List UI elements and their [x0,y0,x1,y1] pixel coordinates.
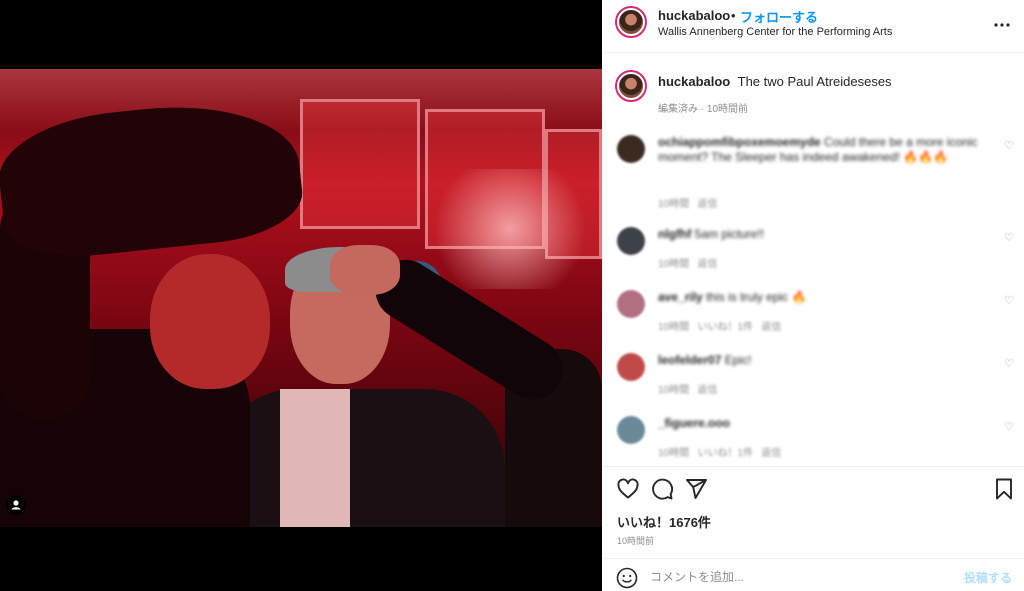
comment-likes[interactable]: いいね！1件 [697,322,753,333]
comment-text: leofelder07 Epic! [658,353,988,368]
comment-time: 10時間 [658,259,690,270]
follow-button[interactable]: フォローする [740,7,818,26]
caption-avatar[interactable] [615,70,647,102]
photo-person-right-hand [330,245,400,295]
comment-item: ave_rily this is truly epic 🔥 10時間 いいね！1… [602,280,1024,343]
comment-username[interactable]: ave_rily [658,290,703,304]
comment-meta: 10時間 いいね！1件 返信 [658,318,781,333]
comment-time: 10時間 [658,385,690,396]
comment-like-icon[interactable]: ♡ [1004,294,1014,307]
comment-avatar[interactable] [617,353,645,381]
comment-like-icon[interactable]: ♡ [1004,231,1014,244]
photo-person-left-head [150,254,270,389]
comment-emoji: 🔥 [791,290,807,304]
separator-dot: • [731,8,736,23]
caption-text: The two Paul Atreideseses [737,74,892,89]
comment-like-icon[interactable]: ♡ [1004,420,1014,433]
comment-reply-button[interactable]: 返信 [761,322,781,333]
comment-time: 10時間 [658,448,690,459]
photo-light-glow [420,169,600,289]
comment-item: nlgfhf 5am picture!! 10時間 返信 ♡ [602,217,1024,280]
comment-username[interactable]: nlgfhf [658,227,691,241]
comment-body: 5am picture!! [694,227,765,241]
emoji-icon[interactable] [616,567,638,589]
comment-reply-button[interactable]: 返信 [697,385,717,396]
post-detail-panel: huckabaloo • フォローする Wallis Annenberg Cen… [602,0,1024,591]
comment-username[interactable]: ochiappomfibpoxemoemyde [658,135,821,149]
comment-input[interactable] [650,568,950,586]
comment-avatar[interactable] [617,290,645,318]
post-comment-button[interactable]: 投稿する [964,569,1012,586]
location-link[interactable]: Wallis Annenberg Center for the Performi… [658,26,892,38]
comment-meta: 10時間 返信 [658,381,717,396]
header-username[interactable]: huckabaloo [658,8,730,23]
more-horizontal-icon[interactable] [994,14,1010,32]
person-icon [11,500,21,510]
caption-username[interactable]: huckabaloo [658,74,730,89]
photo-window [300,99,420,229]
comment-username[interactable]: leofelder07 [658,353,721,367]
tagged-user-icon[interactable] [6,495,26,515]
comment-like-icon[interactable]: ♡ [1004,357,1014,370]
comment-list[interactable]: ochiappomfibpoxemoemyde Could there be a… [602,125,1024,210]
comment-avatar[interactable] [617,416,645,444]
comment-text: ochiappomfibpoxemoemyde Could there be a… [658,135,988,165]
comment-avatar[interactable] [617,135,645,163]
photo-person-right-shirt [280,389,350,527]
comment-body: this is truly epic [706,290,789,304]
comment-list-continued: nlgfhf 5am picture!! 10時間 返信 ♡ ave_rily … [602,217,1024,469]
avatar[interactable] [615,6,647,38]
post-header: huckabaloo • フォローする Wallis Annenberg Cen… [602,0,1024,53]
comment-item: leofelder07 Epic! 10時間 返信 ♡ [602,343,1024,406]
comment-item: ochiappomfibpoxemoemyde Could there be a… [602,125,1024,210]
comment-time: 10時間 [658,322,690,333]
comment-text: ave_rily this is truly epic 🔥 [658,290,988,305]
share-icon[interactable] [684,477,708,501]
comment-meta: 10時間 返信 [658,255,717,270]
caption-meta: 編集済み · 10時間前 [658,104,749,115]
post-actions: いいね！1676件 10時間前 [602,466,1024,560]
comment-reply-button[interactable]: 返信 [761,448,781,459]
post-media [0,0,602,591]
comment-text: nlgfhf 5am picture!! [658,227,988,242]
comment-reply-button[interactable]: 返信 [697,199,717,210]
photo-person-right-body [215,389,505,527]
like-count[interactable]: いいね！1676件 [617,512,711,531]
post-caption: huckabaloo The two Paul Atreideseses [658,74,892,89]
comment-meta: 10時間 いいね！1件 返信 [658,444,781,459]
post-photo[interactable] [0,69,602,527]
heart-icon[interactable] [616,477,640,501]
comment-emoji: 🔥🔥🔥 [903,150,949,164]
post-timestamp[interactable]: 10時間前 [617,534,654,547]
comment-avatar[interactable] [617,227,645,255]
comment-time: 10時間 [658,199,690,210]
comment-text: _figuere.ooo [658,416,988,431]
comment-item: _figuere.ooo 10時間 いいね！1件 返信 ♡ [602,406,1024,469]
bookmark-icon[interactable] [992,477,1016,501]
comment-likes[interactable]: いいね！1件 [697,448,753,459]
comment-icon[interactable] [650,477,674,501]
comment-meta: 10時間 返信 [658,195,717,210]
comment-reply-button[interactable]: 返信 [697,259,717,270]
comment-body: Epic! [724,353,752,367]
comment-username[interactable]: _figuere.ooo [658,416,730,430]
comment-like-icon[interactable]: ♡ [1004,139,1014,152]
add-comment-bar: 投稿する [602,558,1024,591]
